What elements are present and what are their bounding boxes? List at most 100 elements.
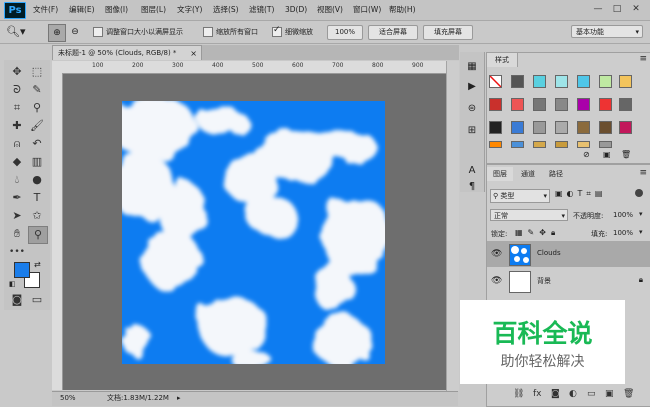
crop-tool-icon[interactable]: ⌗ <box>8 100 26 116</box>
adjustment-layer-icon[interactable]: ◐ <box>569 389 577 399</box>
maximize-button[interactable]: □ <box>609 3 625 16</box>
fill-value[interactable]: 100% <box>613 229 633 237</box>
style-swatch[interactable] <box>599 75 612 88</box>
foreground-color-swatch[interactable] <box>14 262 30 278</box>
menu-filter[interactable]: 滤镜(T) <box>249 4 274 16</box>
style-swatch[interactable] <box>619 121 632 134</box>
vertical-scrollbar[interactable] <box>446 61 459 391</box>
style-swatch[interactable] <box>511 121 524 134</box>
marquee-tool-icon[interactable]: ⬚ <box>28 64 46 80</box>
hand-tool-icon[interactable]: ✋︎ <box>8 226 26 242</box>
menu-help[interactable]: 帮助(H) <box>389 4 416 16</box>
eyedropper-tool-icon[interactable]: ⚲ <box>28 100 46 116</box>
tab-paths[interactable]: 路径 <box>543 167 569 181</box>
document-tab[interactable]: 未标题-1 @ 50% (Clouds, RGB/8) * × <box>52 45 202 60</box>
style-swatch[interactable] <box>599 141 612 148</box>
swap-colors-icon[interactable]: ⇄ <box>34 260 41 269</box>
style-swatch[interactable] <box>619 98 632 111</box>
layer-row-clouds[interactable]: 👁︎ Clouds <box>487 241 650 267</box>
history-panel-icon[interactable]: ▦ <box>465 60 479 74</box>
menu-window[interactable]: 窗口(W) <box>353 4 381 16</box>
adjustments-panel-icon[interactable]: ⊞ <box>465 124 479 138</box>
style-swatch[interactable] <box>619 75 632 88</box>
scrubby-zoom-checkbox[interactable] <box>272 25 282 37</box>
menu-file[interactable]: 文件(F) <box>33 4 58 16</box>
clear-style-icon[interactable]: ⊘ <box>583 150 590 159</box>
fill-screen-button[interactable]: 填充屏幕 <box>423 25 473 40</box>
minimize-button[interactable]: — <box>590 3 606 16</box>
style-swatch[interactable] <box>599 121 612 134</box>
brush-tool-icon[interactable]: 🖌︎ <box>28 118 46 134</box>
style-swatch[interactable] <box>533 141 546 148</box>
history-brush-tool-icon[interactable]: ↶ <box>28 136 46 152</box>
style-swatch[interactable] <box>577 121 590 134</box>
chevron-down-icon[interactable]: ▾ <box>639 228 643 236</box>
style-swatch-none[interactable] <box>489 75 502 88</box>
clone-stamp-tool-icon[interactable]: ⍝ <box>8 136 26 152</box>
layer-filter-select[interactable]: ⚲ 类型 ▾ <box>490 189 550 203</box>
lasso-tool-icon[interactable]: ᘐ <box>8 82 26 98</box>
panel-menu-icon[interactable]: ≡ <box>639 54 647 64</box>
type-tool-icon[interactable]: T <box>28 190 46 206</box>
screen-mode-icon[interactable]: ▭ <box>28 292 46 308</box>
menu-edit[interactable]: 编辑(E) <box>69 4 95 16</box>
delete-layer-icon[interactable]: 🗑︎ <box>623 389 634 399</box>
blend-mode-select[interactable]: 正常 ▾ <box>490 209 568 221</box>
chevron-down-icon[interactable]: ▾ <box>639 210 643 218</box>
style-swatch[interactable] <box>489 98 502 111</box>
style-swatch[interactable] <box>577 75 590 88</box>
tab-channels[interactable]: 通道 <box>515 167 541 181</box>
paragraph-panel-icon[interactable]: ¶ <box>465 180 479 194</box>
layers-menu-icon[interactable]: ≡ <box>639 168 647 178</box>
healing-brush-tool-icon[interactable]: ✚ <box>8 118 26 134</box>
pen-tool-icon[interactable]: ✒ <box>8 190 26 206</box>
move-tool-icon[interactable]: ✥ <box>8 64 26 80</box>
zoom-all-windows-checkbox[interactable] <box>203 27 213 37</box>
opacity-value[interactable]: 100% <box>613 211 633 219</box>
styles-tab[interactable]: 样式 <box>487 53 518 67</box>
menu-3d[interactable]: 3D(D) <box>285 4 307 16</box>
dodge-tool-icon[interactable]: ● <box>28 172 46 188</box>
clouds-canvas[interactable] <box>122 101 385 364</box>
close-tab-icon[interactable]: × <box>190 46 197 61</box>
zoom-tool-icon[interactable]: ⚲ <box>28 226 48 244</box>
new-group-icon[interactable]: ▭ <box>587 389 596 399</box>
style-swatch[interactable] <box>599 98 612 111</box>
style-swatch[interactable] <box>489 141 502 148</box>
style-swatch[interactable] <box>533 98 546 111</box>
style-swatch[interactable] <box>555 75 568 88</box>
style-swatch[interactable] <box>577 141 590 148</box>
blur-tool-icon[interactable]: 💧︎ <box>8 172 26 188</box>
style-swatch[interactable] <box>489 121 502 134</box>
lock-icons[interactable]: ▦✎✥🔒︎ <box>515 228 560 238</box>
menu-select[interactable]: 选择(S) <box>213 4 239 16</box>
actions-play-icon[interactable]: ▶ <box>465 80 479 94</box>
add-mask-icon[interactable]: ◙ <box>551 389 560 399</box>
style-swatch[interactable] <box>533 75 546 88</box>
properties-panel-icon[interactable]: ⊜ <box>465 102 479 116</box>
shape-tool-icon[interactable]: ✩ <box>28 208 46 224</box>
visibility-eye-icon[interactable]: 👁︎ <box>491 249 502 259</box>
layer-row-background[interactable]: 👁︎ 背景 🔒︎ <box>487 268 650 294</box>
style-swatch[interactable] <box>511 98 524 111</box>
menu-image[interactable]: 图像(I) <box>105 4 128 16</box>
quick-select-tool-icon[interactable]: ✎ <box>28 82 46 98</box>
visibility-eye-icon[interactable]: 👁︎ <box>491 276 502 286</box>
filter-toggle-icon[interactable] <box>635 189 643 197</box>
delete-style-icon[interactable]: 🗑︎ <box>621 150 631 159</box>
style-swatch[interactable] <box>555 121 568 134</box>
new-style-icon[interactable]: ▣ <box>603 150 611 159</box>
tab-layers[interactable]: 图层 <box>487 167 513 181</box>
menu-layer[interactable]: 图层(L) <box>141 4 166 16</box>
canvas-workspace[interactable] <box>63 74 446 390</box>
gradient-tool-icon[interactable]: ▥ <box>28 154 46 170</box>
link-layers-icon[interactable]: ⛓︎ <box>513 389 524 399</box>
zoom-in-icon[interactable]: ⊕ <box>48 24 66 42</box>
menu-type[interactable]: 文字(Y) <box>177 4 202 16</box>
default-colors-icon[interactable]: ◧ <box>9 280 16 288</box>
zoom-level[interactable]: 50% <box>60 392 76 405</box>
more-tools-icon[interactable]: ••• <box>8 244 26 260</box>
fit-screen-button[interactable]: 适合屏幕 <box>368 25 418 40</box>
style-swatch[interactable] <box>511 141 524 148</box>
style-swatch[interactable] <box>511 75 524 88</box>
